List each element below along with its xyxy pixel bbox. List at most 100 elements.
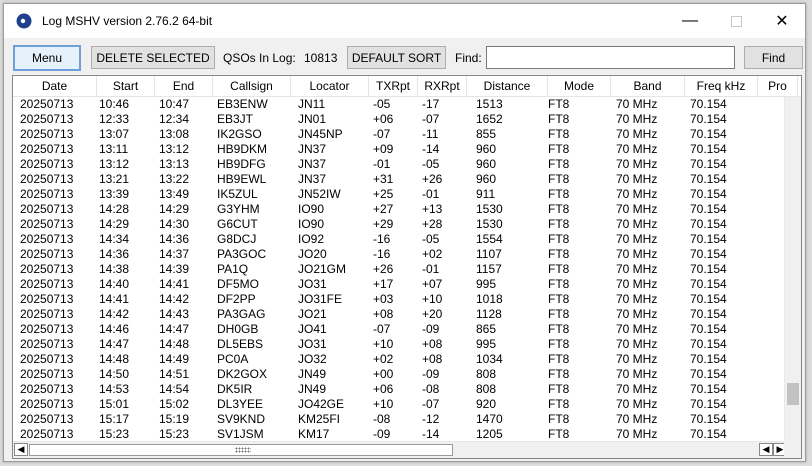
minimize-button[interactable]: —: [667, 4, 713, 38]
table-cell: 70 MHz: [616, 382, 658, 396]
column-header[interactable]: Band: [611, 76, 685, 96]
table-cell: -17: [422, 97, 440, 111]
find-input[interactable]: [486, 46, 735, 69]
table-row[interactable]: 20250713 14:48 14:49 PC0A JO32 +02 +08 1034 FT8 7…: [13, 352, 784, 367]
table-row[interactable]: 20250713 13:12 13:13 HB9DFG JN37 -01 -05 960 FT8…: [13, 157, 784, 172]
table-row[interactable]: 20250713 14:29 14:30 G6CUT IO90 +29 +28 1530 FT8…: [13, 217, 784, 232]
horizontal-scrollbar[interactable]: ◀ ◀ ▶: [13, 441, 801, 458]
scroll-left-arrow-icon[interactable]: ◀: [14, 443, 28, 456]
table-cell: IO92: [298, 232, 325, 246]
table-row[interactable]: 20250713 15:17 15:19 SV9KND KM25FI -08 -12 1470…: [13, 412, 784, 427]
table-cell: 1530: [476, 217, 503, 231]
table-cell: +29: [373, 217, 394, 231]
column-header[interactable]: Callsign: [213, 76, 291, 96]
column-header[interactable]: Start: [97, 76, 155, 96]
table-cell: JO21: [298, 307, 327, 321]
table-cell: FT8: [548, 277, 570, 291]
table-cell: 70 MHz: [616, 247, 658, 261]
table-cell: 14:40: [99, 277, 130, 291]
table-cell: +26: [373, 262, 394, 276]
table-cell: -07: [422, 397, 440, 411]
find-button[interactable]: Find: [744, 46, 803, 69]
table-row[interactable]: 20250713 13:21 13:22 HB9EWL JN37 +31 +26 960 FT8…: [13, 172, 784, 187]
scroll-left-end-arrow-icon[interactable]: ◀: [759, 443, 773, 456]
column-header[interactable]: Mode: [548, 76, 611, 96]
column-header[interactable]: End: [155, 76, 213, 96]
column-header[interactable]: RXRpt: [418, 76, 467, 96]
table-row[interactable]: 20250713 14:53 14:54 DK5IR JN49 +06 -08 808 FT8 7…: [13, 382, 784, 397]
column-header[interactable]: Locator: [291, 76, 369, 96]
table-cell: 10:46: [99, 97, 130, 111]
column-header[interactable]: Date: [13, 76, 97, 96]
vertical-scroll-thumb[interactable]: [787, 383, 799, 405]
table-row[interactable]: 20250713 14:47 14:48 DL5EBS JO31 +10 +08 995 FT8…: [13, 337, 784, 352]
table-cell: 15:01: [99, 397, 130, 411]
table-cell: 14:42: [159, 292, 190, 306]
column-header[interactable]: TXRpt: [369, 76, 418, 96]
table-cell: 13:12: [159, 142, 190, 156]
table-cell: -08: [373, 412, 391, 426]
table-cell: -07: [422, 112, 440, 126]
vertical-scrollbar[interactable]: [784, 97, 801, 441]
table-row[interactable]: 20250713 14:40 14:41 DF5MO JO31 +17 +07 995 FT8 7…: [13, 277, 784, 292]
find-label: Find:: [455, 51, 482, 65]
delete-selected-button[interactable]: DELETE SELECTED: [91, 46, 215, 69]
table-cell: KM17: [298, 427, 330, 441]
table-row[interactable]: 20250713 14:38 14:39 PA1Q JO21GM +26 -01 1157 FT…: [13, 262, 784, 277]
table-cell: 15:02: [159, 397, 190, 411]
table-cell: PA1Q: [217, 262, 249, 276]
table-cell: 70.154: [690, 232, 727, 246]
table-cell: 70 MHz: [616, 412, 658, 426]
table-row[interactable]: 20250713 13:07 13:08 IK2GSO JN45NP -07 -11 855 F…: [13, 127, 784, 142]
table-cell: FT8: [548, 397, 570, 411]
table-cell: 70.154: [690, 382, 727, 396]
table-cell: 20250713: [20, 427, 74, 441]
maximize-button[interactable]: [713, 4, 759, 38]
table-row[interactable]: 20250713 14:50 14:51 DK2GOX JN49 +00 -09 808 FT8…: [13, 367, 784, 382]
table-cell: SV1JSM: [217, 427, 264, 441]
table-cell: FT8: [548, 292, 570, 306]
table-cell: 1554: [476, 232, 503, 246]
table-row[interactable]: 20250713 14:28 14:29 G3YHM IO90 +27 +13 1530 FT8…: [13, 202, 784, 217]
table-cell: 20250713: [20, 397, 74, 411]
grip-icon: [235, 447, 251, 453]
table-cell: JO31: [298, 337, 327, 351]
close-button[interactable]: ✕: [759, 4, 805, 38]
qso-count-label: QSOs In Log:: [223, 51, 296, 65]
table-row[interactable]: 20250713 15:01 15:02 DL3YEE JO42GE +10 -07 920 F…: [13, 397, 784, 412]
table-row[interactable]: 20250713 14:42 14:43 PA3GAG JO21 +08 +20 1128 FT…: [13, 307, 784, 322]
menu-button[interactable]: Menu: [13, 45, 81, 71]
table-cell: FT8: [548, 172, 570, 186]
table-row[interactable]: 20250713 13:11 13:12 HB9DKM JN37 +09 -14 960 FT8…: [13, 142, 784, 157]
table-cell: FT8: [548, 112, 570, 126]
table-row[interactable]: 20250713 14:46 14:47 DH0GB JO41 -07 -09 865 FT8 7…: [13, 322, 784, 337]
table-cell: +10: [373, 397, 394, 411]
table-row[interactable]: 20250713 14:36 14:37 PA3GOC JO20 -16 +02 1107 FT…: [13, 247, 784, 262]
table-row[interactable]: 20250713 10:46 10:47 EB3ENW JN11 -05 -17 1513 FT…: [13, 97, 784, 112]
table-row[interactable]: 20250713 13:39 13:49 IK5ZUL JN52IW +25 -01 911 F…: [13, 187, 784, 202]
table-cell: 13:39: [99, 187, 130, 201]
column-header[interactable]: Pro: [758, 76, 798, 96]
table-cell: -12: [422, 412, 440, 426]
horizontal-scroll-thumb[interactable]: [29, 444, 453, 456]
table-cell: FT8: [548, 157, 570, 171]
table-cell: 14:41: [99, 292, 130, 306]
default-sort-button[interactable]: DEFAULT SORT: [347, 46, 446, 69]
table-row[interactable]: 20250713 15:23 15:23 SV1JSM KM17 -09 -14 1205 FT…: [13, 427, 784, 441]
table-row[interactable]: 20250713 12:33 12:34 EB3JT JN01 +06 -07 1652 FT8…: [13, 112, 784, 127]
table-cell: 14:29: [99, 217, 130, 231]
table-body: 20250713 10:46 10:47 EB3ENW JN11 -05 -17 1513 FT…: [13, 97, 784, 441]
table-cell: 1205: [476, 427, 503, 441]
column-header[interactable]: Distance: [467, 76, 548, 96]
table-cell: 70.154: [690, 157, 727, 171]
table-cell: 13:12: [99, 157, 130, 171]
table-cell: FT8: [548, 97, 570, 111]
table-cell: -09: [422, 367, 440, 381]
table-cell: 20250713: [20, 112, 74, 126]
table-row[interactable]: 20250713 14:41 14:42 DF2PP JO31FE +03 +10 1018 F…: [13, 292, 784, 307]
table-row[interactable]: 20250713 14:34 14:36 G8DCJ IO92 -16 -05 1554 FT8…: [13, 232, 784, 247]
table-cell: 13:49: [159, 187, 190, 201]
table-cell: 70 MHz: [616, 277, 658, 291]
column-header[interactable]: Freq kHz: [685, 76, 758, 96]
table-cell: -01: [422, 187, 440, 201]
